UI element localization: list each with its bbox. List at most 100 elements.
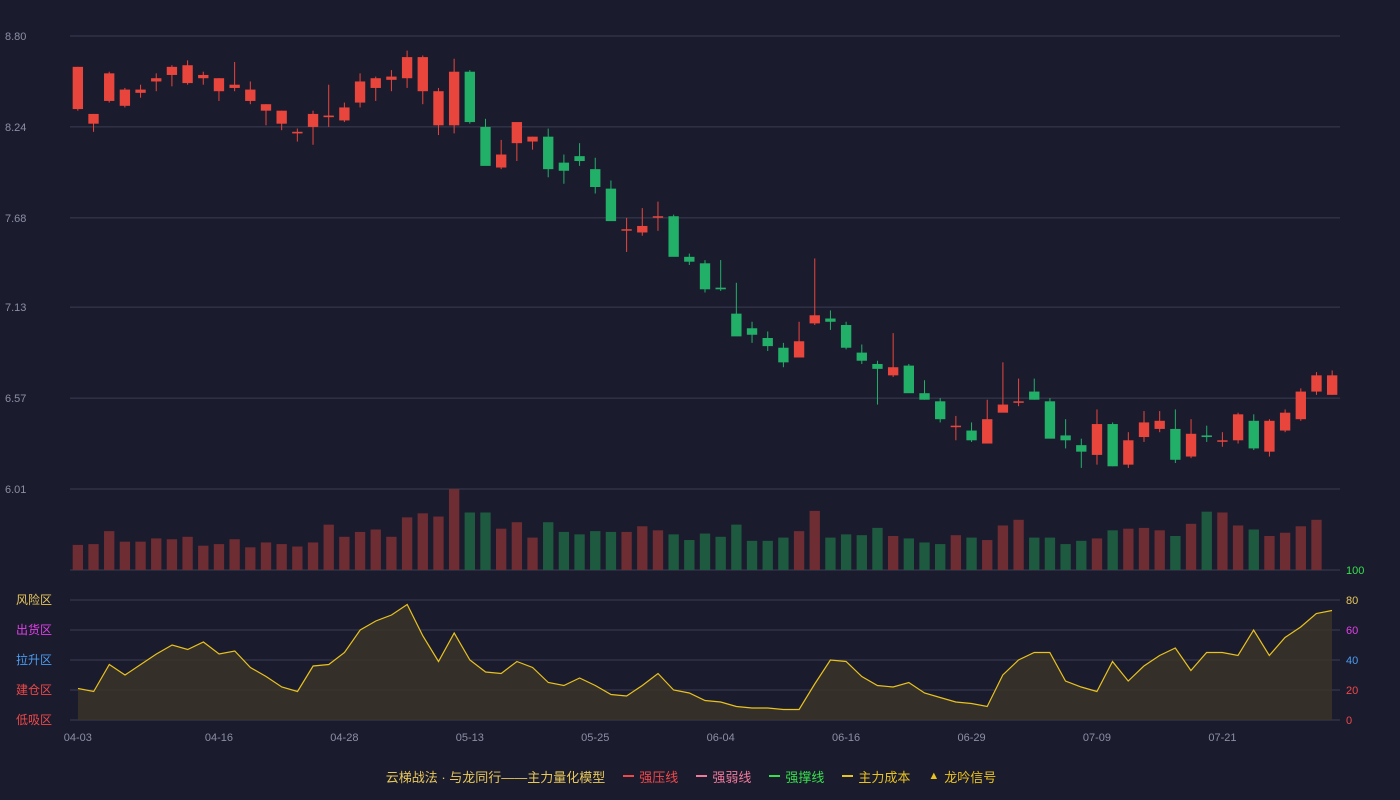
volume-bar <box>448 489 460 570</box>
volume-bar <box>1076 540 1087 570</box>
volume-bar <box>590 531 601 570</box>
legend-label-pressure-line: 强压线 <box>639 769 679 785</box>
candle-body <box>198 74 209 79</box>
candle-body <box>762 338 773 347</box>
date-tick-label: 06-16 <box>832 732 860 744</box>
legend-item-dragon-signal[interactable]: ▲ 龙吟信号 <box>928 767 996 786</box>
candle-body <box>1295 391 1306 420</box>
volume-bar <box>198 545 209 570</box>
volume-bar <box>903 538 915 570</box>
chart-canvas: 8.80 8.24 7.68 7.13 6.57 6.01 0 20 40 60 80 100 风险区出… <box>5 31 1364 744</box>
chart-legend: 云梯战法 · 与龙同行——主力量化模型 强压线 强弱线 强撑线 主力成本 ▲ 龙… <box>0 766 1400 786</box>
volume-bar <box>229 539 240 570</box>
candle-body <box>543 136 554 170</box>
date-tick-label: 05-13 <box>456 732 484 744</box>
candle-body <box>511 122 523 144</box>
candle-body <box>715 287 726 290</box>
volume-bar <box>433 516 444 570</box>
price-tick-label: 6.01 <box>5 484 26 496</box>
candle-body <box>903 365 915 394</box>
volume-bar <box>825 537 836 570</box>
candle-body <box>1217 440 1228 442</box>
price-tick-label: 8.24 <box>5 122 26 134</box>
volume-bar <box>778 537 789 570</box>
candle-body <box>1201 435 1212 438</box>
candle-body <box>950 425 962 428</box>
candle-body <box>1076 445 1087 452</box>
indicator-tick-label: 100 <box>1346 565 1364 577</box>
legend-item-pressure-line[interactable]: 强压线 <box>623 767 678 786</box>
volume-bar <box>1311 519 1322 570</box>
candle-body <box>872 363 883 369</box>
price-tick-label: 7.13 <box>5 302 26 314</box>
candle-body <box>1138 422 1150 438</box>
volume-bar <box>558 531 570 570</box>
candle-body <box>1326 375 1338 395</box>
candle-body <box>982 419 993 444</box>
volume-bar <box>1201 511 1212 570</box>
indicator-tick-label: 80 <box>1346 595 1358 607</box>
volume-bar <box>715 536 726 570</box>
candle-body <box>966 430 977 441</box>
legend-label-dragon-signal: 龙吟信号 <box>944 769 997 785</box>
candle-body <box>778 347 789 363</box>
volume-bar <box>950 535 962 570</box>
candle-body <box>825 318 836 322</box>
price-tick-label: 7.68 <box>5 213 26 225</box>
volume-bar <box>1013 519 1024 570</box>
volume-bar <box>543 522 554 570</box>
volume-bar <box>151 538 162 570</box>
legend-item-main-cost[interactable]: 主力成本 <box>842 767 910 786</box>
candle-body <box>433 91 444 126</box>
volume-bar <box>699 533 711 570</box>
volume-bar <box>1154 530 1165 570</box>
candle-body <box>1264 420 1275 452</box>
volume-bar <box>668 534 679 570</box>
legend-label-support-line: 强撑线 <box>785 769 825 785</box>
candle-body <box>260 104 272 111</box>
volume-bar <box>1170 535 1181 570</box>
candle-body <box>919 393 930 400</box>
candle-body <box>1279 412 1291 431</box>
volume-bar <box>354 531 366 570</box>
legend-label-strength-line: 强弱线 <box>712 769 752 785</box>
candle-body <box>558 162 570 171</box>
candle-body <box>856 352 867 361</box>
volume-bar <box>386 536 397 570</box>
triangle-icon: ▲ <box>928 770 940 782</box>
candle-body <box>935 401 946 420</box>
volume-bar <box>605 531 617 570</box>
candle-body <box>213 78 225 92</box>
legend-swatch-main-cost <box>842 775 854 777</box>
volume-bar <box>1029 537 1040 570</box>
volume-bar <box>182 536 193 570</box>
volume-bar <box>166 539 178 570</box>
candle-body <box>637 225 648 233</box>
volume-bar <box>245 547 256 570</box>
indicator-tick-label: 0 <box>1346 715 1352 727</box>
candle-body <box>495 154 507 168</box>
candle-body <box>229 84 240 88</box>
candle-body <box>997 404 1009 413</box>
candle-body <box>370 78 381 88</box>
candle-body <box>527 136 538 142</box>
legend-item-support-line[interactable]: 强撑线 <box>769 767 824 786</box>
volume-bar <box>480 512 491 570</box>
zone-label: 风险区 <box>16 592 52 607</box>
legend-swatch-pressure-line <box>623 775 635 777</box>
date-tick-label: 04-28 <box>330 732 358 744</box>
volume-bar <box>1060 544 1071 570</box>
candle-body <box>1107 424 1118 467</box>
legend-title: 云梯战法 · 与龙同行——主力量化模型 <box>385 769 606 785</box>
legend-item-strength-line[interactable]: 强弱线 <box>696 767 751 786</box>
volume-bar <box>793 531 805 570</box>
zone-label: 拉升区 <box>16 652 52 667</box>
volume-bar <box>746 540 758 570</box>
candle-body <box>480 126 491 166</box>
candle-body <box>590 169 601 187</box>
candle-body <box>182 65 193 84</box>
volume-bar <box>872 527 883 570</box>
volume-bar <box>621 531 632 570</box>
candle-body <box>699 263 711 290</box>
volume-bar <box>1295 526 1306 570</box>
